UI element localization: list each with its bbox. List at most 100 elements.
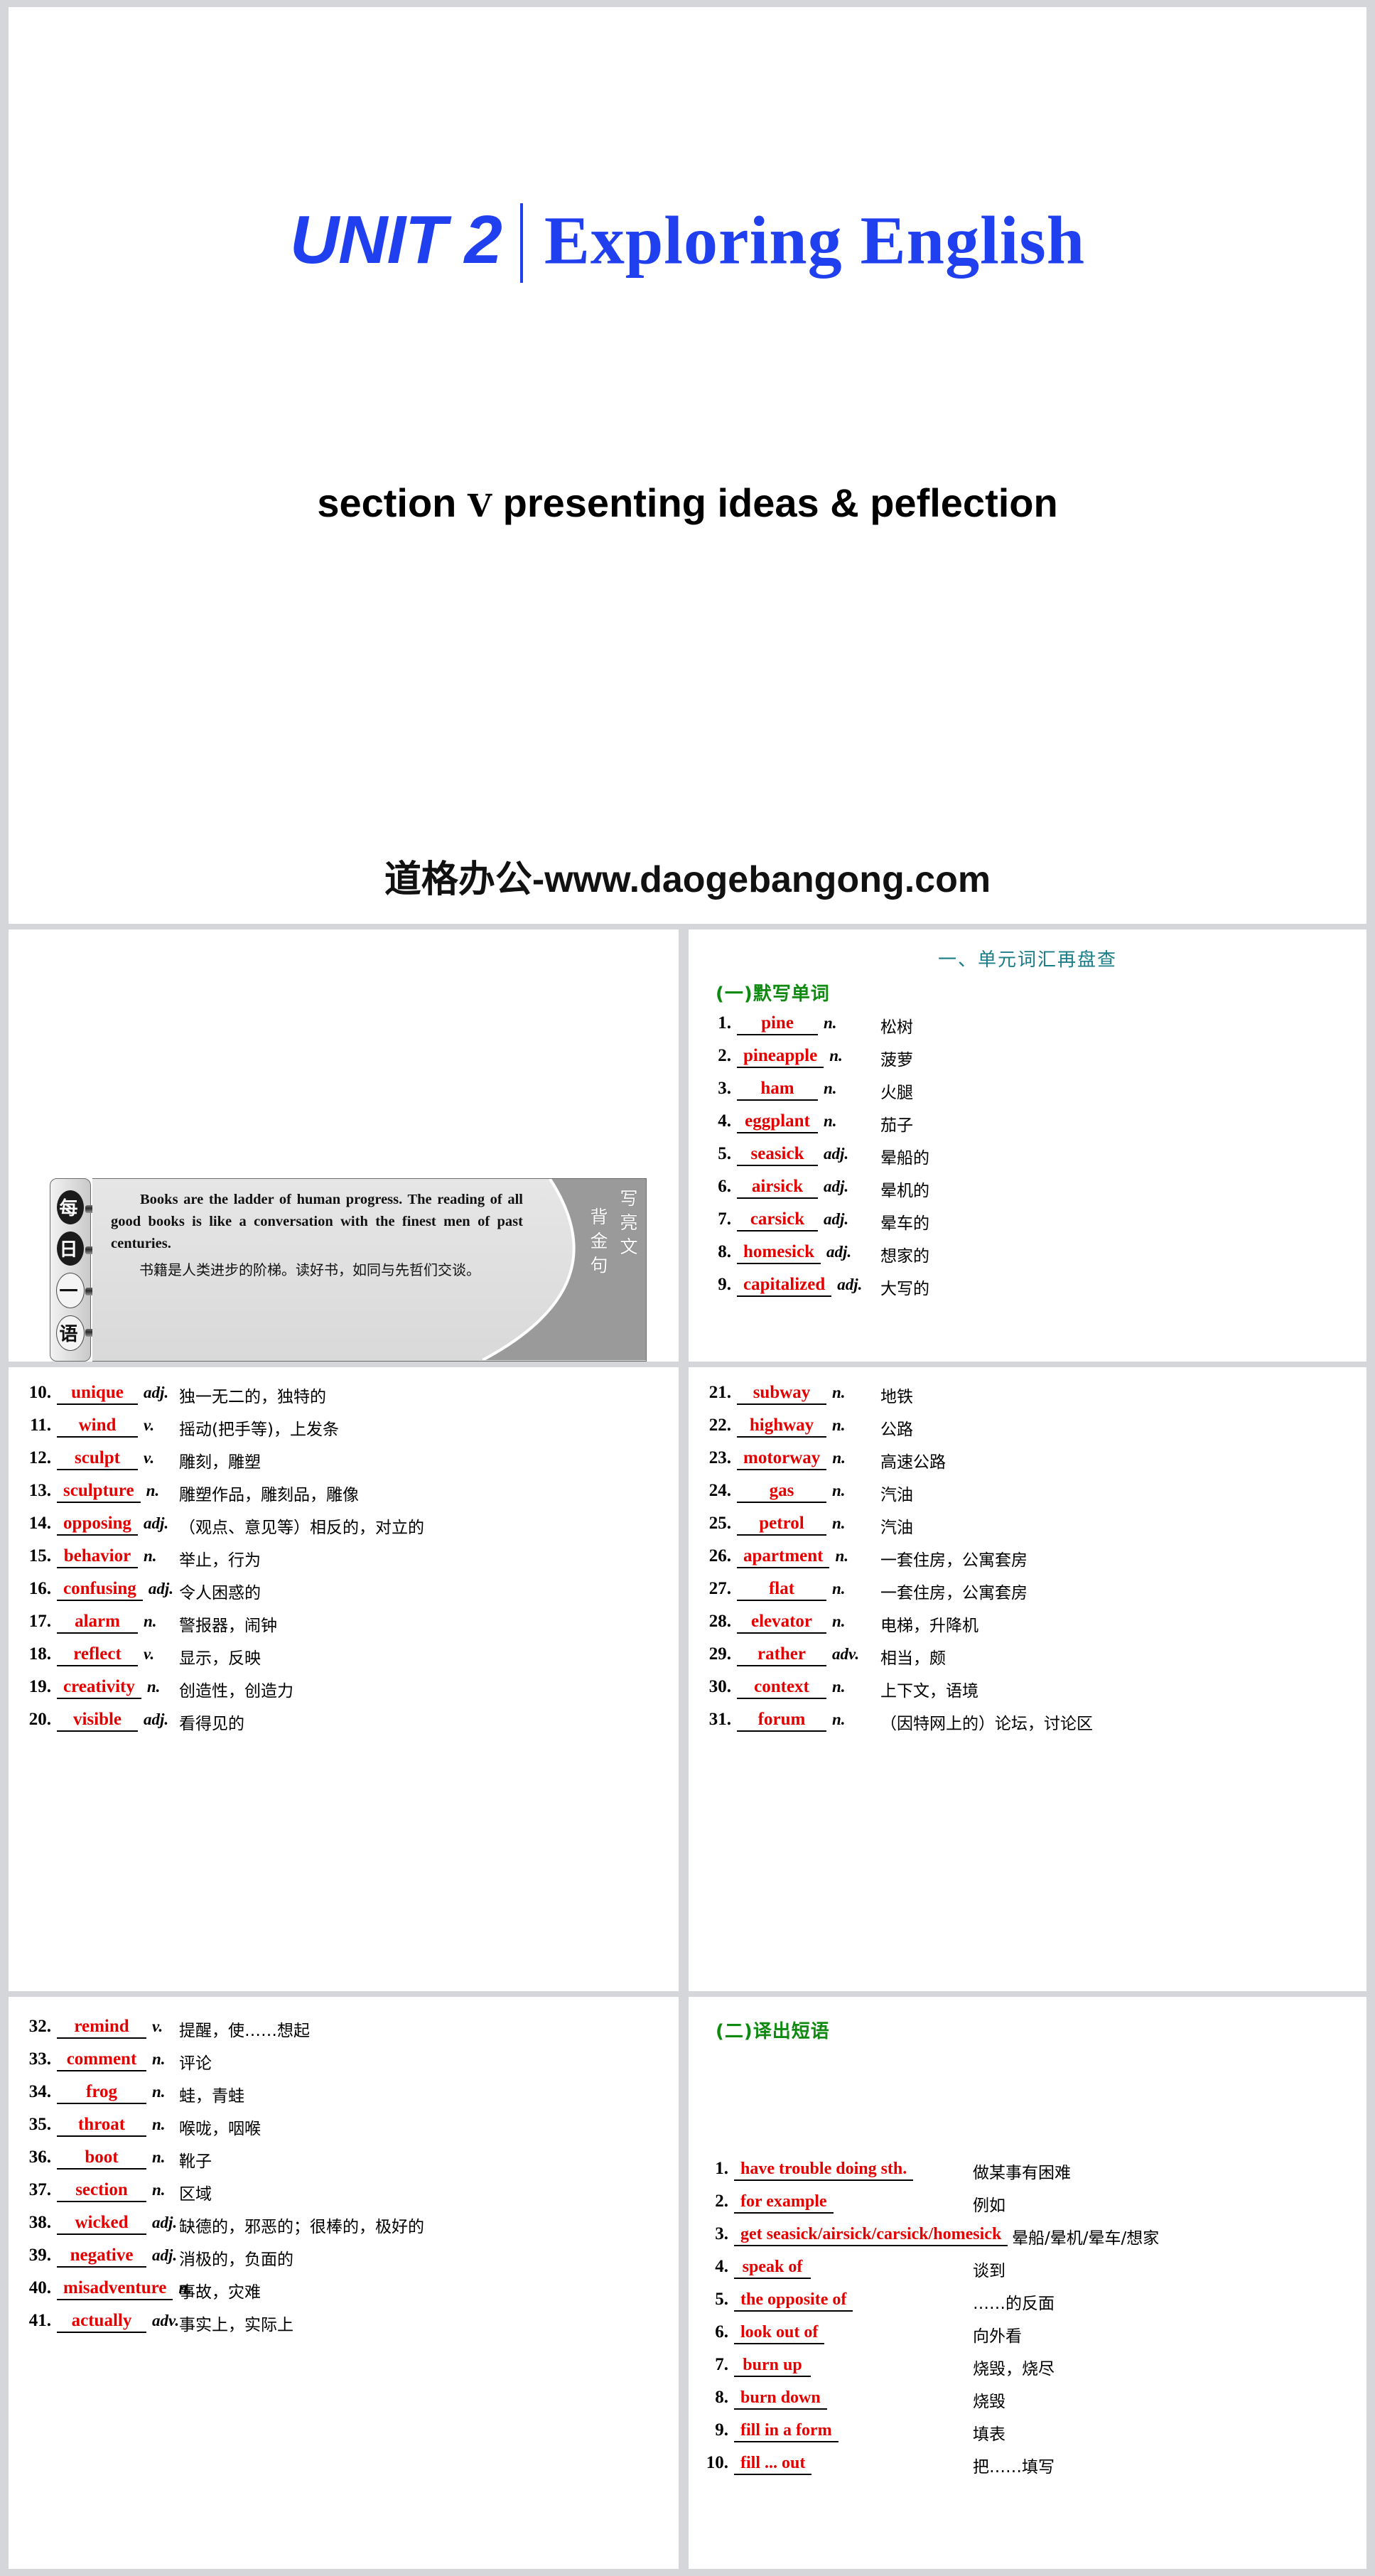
- row-number: 9.: [715, 2420, 728, 2440]
- row-number: 23.: [708, 1448, 731, 1467]
- part-of-speech: n.: [824, 1079, 837, 1097]
- phrase-meaning: 做某事有困难: [973, 2164, 1071, 2182]
- phrase-row: 8. burn down 烧毁: [689, 2388, 1366, 2420]
- word-meaning: 公路: [880, 1421, 913, 1439]
- word-meaning: 显示，反映: [179, 1649, 261, 1668]
- side-tab-char-1: 每: [56, 1190, 84, 1224]
- word-answer: eggplant: [737, 1111, 818, 1133]
- word-answer: homesick: [737, 1242, 821, 1264]
- word-meaning: 晕机的: [880, 1182, 929, 1200]
- quote-chinese: 书籍是人类进步的阶梯。读好书，如同与先哲们交谈。: [139, 1261, 480, 1279]
- part-of-speech: adj.: [148, 1580, 173, 1597]
- quote-english: Books are the ladder of human progress. …: [111, 1192, 523, 1252]
- word-meaning: 提醒，使……想起: [179, 2022, 310, 2040]
- word-answer: misadventure: [57, 2278, 173, 2300]
- part-of-speech: n.: [152, 2083, 166, 2101]
- word-answer: unique: [57, 1383, 138, 1405]
- word-answer: ham: [737, 1079, 818, 1101]
- part-of-speech: adj.: [152, 2214, 178, 2231]
- panel-vocab-part-1: 一、单元词汇再盘查 (一)默写单词 1. pine n. 松树 2. pineapple n…: [689, 929, 1366, 1362]
- word-row: 34. frog n. 蛙，青蛙: [9, 2082, 679, 2115]
- row-number: 35.: [28, 2115, 51, 2134]
- side-tab-char-3: 一: [56, 1273, 85, 1308]
- word-row: 39. negative adj. 消极的，负面的: [9, 2246, 679, 2278]
- word-answer: reflect: [57, 1644, 138, 1666]
- row-number: 7.: [718, 1209, 731, 1229]
- phrase-answer: get seasick/airsick/carsick/homesick: [734, 2225, 1008, 2246]
- word-row: 12. sculpt v. 雕刻，雕塑: [9, 1448, 679, 1481]
- panel-vocab-part-3: 21. subway n. 地铁 22. highway n. 公路 23. motorway n.…: [689, 1367, 1366, 1991]
- phrase-row: 3. get seasick/airsick/carsick/homesick 晕船…: [689, 2224, 1366, 2257]
- word-answer: wind: [57, 1416, 138, 1438]
- part-of-speech: n.: [832, 1580, 846, 1597]
- word-answer: motorway: [737, 1448, 827, 1470]
- row-number: 15.: [28, 1546, 51, 1565]
- row-number: 30.: [708, 1677, 731, 1696]
- row-number: 36.: [28, 2147, 51, 2167]
- row-number: 39.: [28, 2246, 51, 2265]
- word-list-32-41: 32. remind v. 提醒，使……想起 33. comment n. 评论 34. frog…: [9, 2017, 679, 2344]
- word-meaning: （因特网上的）论坛，讨论区: [880, 1715, 1093, 1733]
- part-of-speech: adj.: [144, 1514, 169, 1532]
- phrase-answer: speak of: [734, 2258, 811, 2279]
- phrase-row: 10. fill ... out 把……填写: [689, 2453, 1366, 2486]
- row-number: 4.: [715, 2257, 728, 2276]
- word-answer: section: [57, 2180, 146, 2202]
- word-list-1-9: 1. pine n. 松树 2. pineapple n. 菠萝 3. ham n. 火腿 4. eggp…: [689, 1013, 1366, 1308]
- word-answer: negative: [57, 2246, 146, 2268]
- row-number: 8.: [715, 2388, 728, 2407]
- row-number: 19.: [28, 1677, 51, 1696]
- row-number: 24.: [708, 1481, 731, 1500]
- word-row: 36. boot n. 靴子: [9, 2147, 679, 2180]
- word-row: 26. apartment n. 一套住房，公寓套房: [689, 1546, 1366, 1579]
- phrase-meaning: ……的反面: [973, 2295, 1055, 2313]
- row-number: 18.: [28, 1644, 51, 1664]
- row-number: 5.: [718, 1144, 731, 1163]
- word-meaning: 喉咙，咽喉: [179, 2120, 261, 2138]
- word-row: 21. subway n. 地铁: [689, 1383, 1366, 1416]
- presentation-page: UNIT 2 Exploring English section Ⅴ prese…: [0, 0, 1375, 2576]
- row-number: 38.: [28, 2213, 51, 2232]
- word-row: 7. carsick adj. 晕车的: [689, 1209, 1366, 1242]
- word-row: 10. unique adj. 独一无二的，独特的: [9, 1383, 679, 1416]
- word-meaning: 上下文，语境: [880, 1682, 978, 1701]
- unit-title-line: UNIT 2 Exploring English: [9, 200, 1366, 283]
- word-meaning: 电梯，升降机: [880, 1617, 978, 1635]
- word-row: 24. gas n. 汽油: [689, 1481, 1366, 1514]
- panel-daily-quote: 每 日 一 语 Books are the ladder of human pr…: [9, 929, 679, 1362]
- word-meaning: 令人困惑的: [179, 1584, 261, 1602]
- word-meaning: 事故，灾难: [179, 2283, 261, 2302]
- word-answer: comment: [57, 2049, 146, 2071]
- word-answer: carsick: [737, 1209, 818, 1232]
- word-meaning: 火腿: [880, 1084, 913, 1102]
- phrase-row: 7. burn up 烧毁，烧尽: [689, 2355, 1366, 2388]
- quote-label-col-1: 写亮文: [618, 1189, 638, 1261]
- row-number: 21.: [708, 1383, 731, 1402]
- word-answer: wicked: [57, 2213, 146, 2235]
- part-of-speech: n.: [832, 1612, 846, 1630]
- word-row: 19. creativity n. 创造性，创造力: [9, 1677, 679, 1710]
- word-row: 15. behavior n. 举止，行为: [9, 1546, 679, 1579]
- word-meaning: 创造性，创造力: [179, 1682, 293, 1701]
- word-meaning: 独一无二的，独特的: [179, 1388, 326, 1406]
- word-meaning: 摇动(把手等)，上发条: [179, 1421, 339, 1439]
- word-meaning: 汽油: [880, 1519, 913, 1537]
- word-row: 28. elevator n. 电梯，升降机: [689, 1612, 1366, 1644]
- row-number: 3.: [718, 1079, 731, 1098]
- word-meaning: 一套住房，公寓套房: [880, 1551, 1028, 1570]
- word-meaning: 消极的，负面的: [179, 2251, 293, 2269]
- word-row: 40. misadventure n. 事故，灾难: [9, 2278, 679, 2311]
- word-answer: opposing: [57, 1514, 138, 1536]
- word-answer: creativity: [57, 1677, 141, 1699]
- phrase-meaning: 填表: [973, 2425, 1005, 2444]
- part-of-speech: n.: [152, 2050, 166, 2068]
- row-number: 1.: [718, 1013, 731, 1033]
- word-meaning: 蛙，青蛙: [179, 2087, 244, 2106]
- word-meaning: 事实上，实际上: [179, 2316, 293, 2334]
- row-number: 3.: [715, 2224, 728, 2243]
- word-answer: flat: [737, 1579, 826, 1601]
- row-number: 13.: [28, 1481, 51, 1500]
- word-meaning: 雕塑作品，雕刻品，雕像: [179, 1486, 359, 1504]
- side-tab-char-2: 日: [56, 1232, 84, 1266]
- word-meaning: 松树: [880, 1018, 913, 1037]
